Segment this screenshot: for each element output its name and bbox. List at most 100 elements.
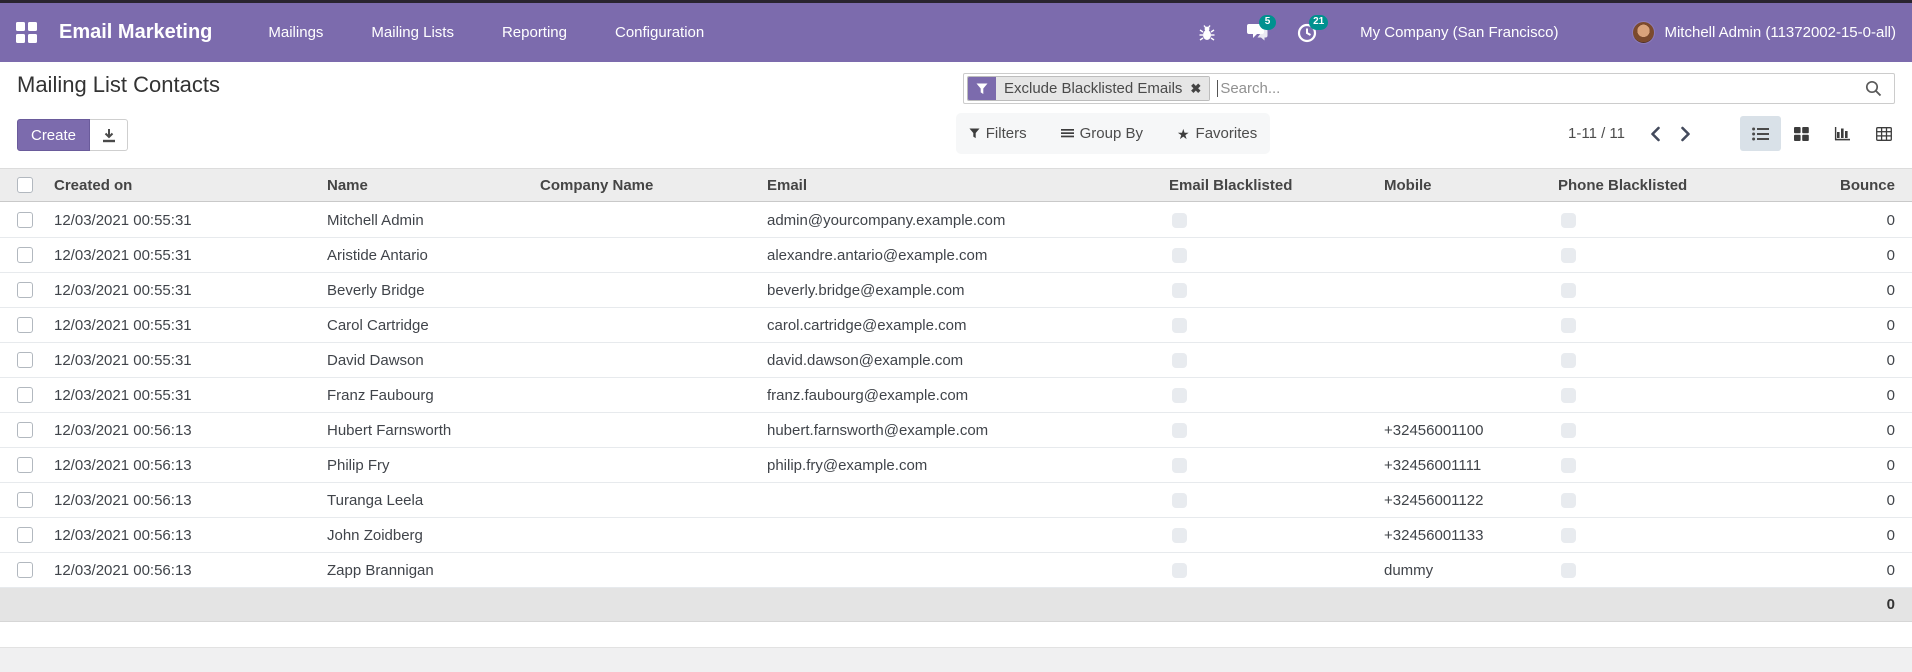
row-select-checkbox[interactable] xyxy=(17,492,33,508)
table-row[interactable]: 12/03/2021 00:56:13 Turanga Leela +32456… xyxy=(0,483,1912,518)
row-select-checkbox[interactable] xyxy=(17,247,33,263)
activities-clock-icon[interactable]: 21 xyxy=(1296,14,1329,44)
row-select-checkbox[interactable] xyxy=(17,422,33,438)
create-button[interactable]: Create xyxy=(17,119,90,151)
email-blacklisted-checkbox xyxy=(1172,212,1187,228)
table-row[interactable]: 12/03/2021 00:56:13 Philip Fry philip.fr… xyxy=(0,448,1912,483)
cell-mobile: +32456001100 xyxy=(1384,421,1484,439)
view-switcher xyxy=(1740,116,1904,151)
pager-value[interactable]: 1-11 / 11 xyxy=(1568,125,1625,142)
cell-email: beverly.bridge@example.com xyxy=(767,281,965,299)
column-header-email-blacklisted[interactable]: Email Blacklisted xyxy=(1169,177,1384,194)
company-switcher[interactable]: My Company (San Francisco) xyxy=(1360,24,1558,41)
table-row[interactable]: 12/03/2021 00:55:31 Carol Cartridge caro… xyxy=(0,308,1912,343)
row-select-checkbox[interactable] xyxy=(17,457,33,473)
cell-bounce: 0 xyxy=(1886,351,1895,369)
pager-next-icon[interactable] xyxy=(1671,119,1701,149)
cell-created-on: 12/03/2021 00:56:13 xyxy=(54,561,192,579)
cell-created-on: 12/03/2021 00:56:13 xyxy=(54,456,192,474)
search-icon xyxy=(1865,80,1882,97)
column-header-name[interactable]: Name xyxy=(327,177,540,194)
email-blacklisted-checkbox xyxy=(1172,562,1187,578)
nav-item-mailings[interactable]: Mailings xyxy=(268,24,323,41)
list-view-button[interactable] xyxy=(1740,116,1781,151)
app-name[interactable]: Email Marketing xyxy=(59,21,212,44)
table-row[interactable]: 12/03/2021 00:56:13 Zapp Brannigan dummy… xyxy=(0,553,1912,588)
email-blacklisted-checkbox xyxy=(1172,387,1187,403)
cell-name: Aristide Antario xyxy=(327,246,428,264)
phone-blacklisted-checkbox xyxy=(1561,527,1576,543)
debug-bug-icon[interactable] xyxy=(1196,22,1218,44)
cell-mobile: +32456001122 xyxy=(1384,491,1484,509)
email-blacklisted-checkbox xyxy=(1172,457,1187,473)
cell-name: David Dawson xyxy=(327,351,424,369)
cell-name: Franz Faubourg xyxy=(327,386,434,404)
table-footer: 0 xyxy=(0,588,1912,622)
table-row[interactable]: 12/03/2021 00:55:31 Aristide Antario ale… xyxy=(0,238,1912,273)
favorites-button[interactable]: ★ Favorites xyxy=(1177,125,1257,142)
email-blacklisted-checkbox xyxy=(1172,317,1187,333)
table-row[interactable]: 12/03/2021 00:56:13 Hubert Farnsworth hu… xyxy=(0,413,1912,448)
column-header-created-on[interactable]: Created on xyxy=(54,177,327,194)
search-input[interactable] xyxy=(1218,80,1865,97)
export-button[interactable] xyxy=(90,119,128,151)
messages-icon[interactable]: 5 xyxy=(1246,14,1277,44)
cell-bounce: 0 xyxy=(1886,421,1895,439)
column-header-mobile[interactable]: Mobile xyxy=(1384,177,1558,194)
user-avatar xyxy=(1632,21,1656,44)
phone-blacklisted-checkbox xyxy=(1561,422,1576,438)
row-select-checkbox[interactable] xyxy=(17,527,33,543)
group-by-button[interactable]: Group By xyxy=(1060,125,1143,142)
apps-menu-square xyxy=(28,22,37,31)
graph-view-button[interactable] xyxy=(1822,116,1863,151)
phone-blacklisted-checkbox xyxy=(1561,492,1576,508)
column-header-bounce[interactable]: Bounce xyxy=(1778,177,1912,194)
filters-label: Filters xyxy=(985,125,1027,142)
cell-bounce: 0 xyxy=(1886,561,1895,579)
row-select-checkbox[interactable] xyxy=(17,352,33,368)
pager-previous-icon[interactable] xyxy=(1641,119,1671,149)
table-row[interactable]: 12/03/2021 00:55:31 David Dawson david.d… xyxy=(0,343,1912,378)
row-select-checkbox[interactable] xyxy=(17,562,33,578)
kanban-view-button[interactable] xyxy=(1781,116,1822,151)
search-bar: Exclude Blacklisted Emails ✖ xyxy=(963,73,1895,104)
action-buttons: Create xyxy=(17,119,128,151)
table-row[interactable]: 12/03/2021 00:55:31 Franz Faubourg franz… xyxy=(0,378,1912,413)
apps-menu-icon[interactable] xyxy=(16,22,37,43)
column-header-phone-blacklisted[interactable]: Phone Blacklisted xyxy=(1558,177,1778,194)
row-select-checkbox[interactable] xyxy=(17,387,33,403)
cell-mobile: dummy xyxy=(1384,561,1434,579)
column-header-email[interactable]: Email xyxy=(767,177,1169,194)
filters-button[interactable]: Filters xyxy=(969,125,1027,142)
graph-view-icon xyxy=(1834,127,1850,141)
remove-filter-icon[interactable]: ✖ xyxy=(1190,82,1201,95)
table-row[interactable]: 12/03/2021 00:55:31 Mitchell Admin admin… xyxy=(0,203,1912,238)
column-header-company-name[interactable]: Company Name xyxy=(540,177,767,194)
row-select-checkbox[interactable] xyxy=(17,282,33,298)
apps-menu-square xyxy=(28,34,37,43)
cell-created-on: 12/03/2021 00:55:31 xyxy=(54,386,192,404)
nav-item-mailing-lists[interactable]: Mailing Lists xyxy=(371,24,454,41)
email-marketing-list-screen: Email Marketing Mailings Mailing Lists R… xyxy=(0,0,1912,672)
cell-name: John Zoidberg xyxy=(327,526,423,544)
user-name: Mitchell Admin (11372002-15-0-all) xyxy=(1664,24,1896,41)
email-blacklisted-checkbox xyxy=(1172,282,1187,298)
row-select-checkbox[interactable] xyxy=(17,212,33,228)
user-menu[interactable]: Mitchell Admin (11372002-15-0-all) xyxy=(1632,21,1896,44)
apps-menu-square xyxy=(16,22,25,31)
pivot-view-button[interactable] xyxy=(1863,116,1904,151)
cell-bounce: 0 xyxy=(1886,491,1895,509)
cell-created-on: 12/03/2021 00:56:13 xyxy=(54,491,192,509)
cell-created-on: 12/03/2021 00:56:13 xyxy=(54,526,192,544)
top-navbar: Email Marketing Mailings Mailing Lists R… xyxy=(0,0,1912,62)
nav-item-configuration[interactable]: Configuration xyxy=(615,24,704,41)
table-row[interactable]: 12/03/2021 00:55:31 Beverly Bridge bever… xyxy=(0,273,1912,308)
select-all-checkbox[interactable] xyxy=(17,177,33,193)
cell-name: Turanga Leela xyxy=(327,491,424,509)
pager: 1-11 / 11 xyxy=(1568,113,1701,154)
nav-item-reporting[interactable]: Reporting xyxy=(502,24,567,41)
row-select-checkbox[interactable] xyxy=(17,317,33,333)
cell-bounce: 0 xyxy=(1886,211,1895,229)
table-row[interactable]: 12/03/2021 00:56:13 John Zoidberg +32456… xyxy=(0,518,1912,553)
cell-name: Carol Cartridge xyxy=(327,316,429,334)
